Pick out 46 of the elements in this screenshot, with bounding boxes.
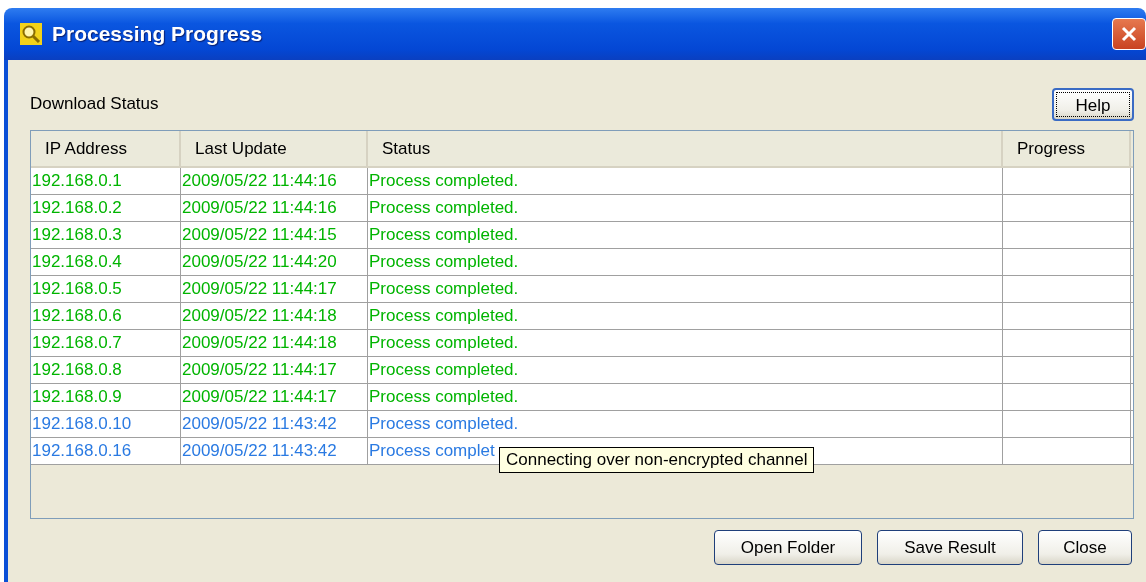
table-cell: 2009/05/22 11:44:18 [181,330,368,356]
close-icon [1119,24,1139,44]
window-title: Processing Progress [52,22,264,46]
magnifier-icon [20,23,42,45]
column-header[interactable]: Progress [1003,131,1131,166]
table-cell: Process completed. [368,330,1003,356]
column-header[interactable]: Status [368,131,1003,166]
table-cell: Process completed. [368,357,1003,383]
close-button[interactable]: Close [1038,530,1132,565]
table-cell: Process completed. [368,276,1003,302]
column-header[interactable]: Last Update [181,131,368,166]
table-cell: Process completed. [368,303,1003,329]
table-cell: 2009/05/22 11:44:16 [181,168,368,194]
table-cell: 2009/05/22 11:43:42 [181,438,368,464]
table-cell: Process completed. [368,249,1003,275]
table-cell: Process completed. [368,222,1003,248]
tooltip: Connecting over non-encrypted channel [499,447,815,473]
table-cell: 192.168.0.8 [31,357,181,383]
table-cell: 192.168.0.7 [31,330,181,356]
table-cell: Process completed. [368,411,1003,437]
table-cell: Process completed. [368,195,1003,221]
open-folder-button[interactable]: Open Folder [714,530,862,565]
table-cell: 2009/05/22 11:44:17 [181,276,368,302]
table-cell: 192.168.0.3 [31,222,181,248]
table-cell: 192.168.0.10 [31,411,181,437]
save-result-button[interactable]: Save Result [877,530,1023,565]
table-cell: 2009/05/22 11:43:42 [181,411,368,437]
table-cell: Process completed. [368,384,1003,410]
table-cell: 192.168.0.4 [31,249,181,275]
section-label: Download Status [30,94,159,114]
table-cell: 2009/05/22 11:44:15 [181,222,368,248]
help-button[interactable]: Help [1052,87,1134,121]
table-cell: 192.168.0.16 [31,438,181,464]
table-cell: 192.168.0.5 [31,276,181,302]
table-cell: 2009/05/22 11:44:16 [181,195,368,221]
close-button[interactable] [1112,18,1146,50]
table-cell: 2009/05/22 11:44:20 [181,249,368,275]
table-cell: 2009/05/22 11:44:17 [181,384,368,410]
table-cell: Process completed. [368,168,1003,194]
table-cell: 192.168.0.1 [31,168,181,194]
table-cell: 2009/05/22 11:44:17 [181,357,368,383]
table-cell: 192.168.0.9 [31,384,181,410]
table-cell: 192.168.0.2 [31,195,181,221]
column-header[interactable]: IP Address [31,131,181,166]
table-cell: 2009/05/22 11:44:18 [181,303,368,329]
table-cell: 192.168.0.6 [31,303,181,329]
